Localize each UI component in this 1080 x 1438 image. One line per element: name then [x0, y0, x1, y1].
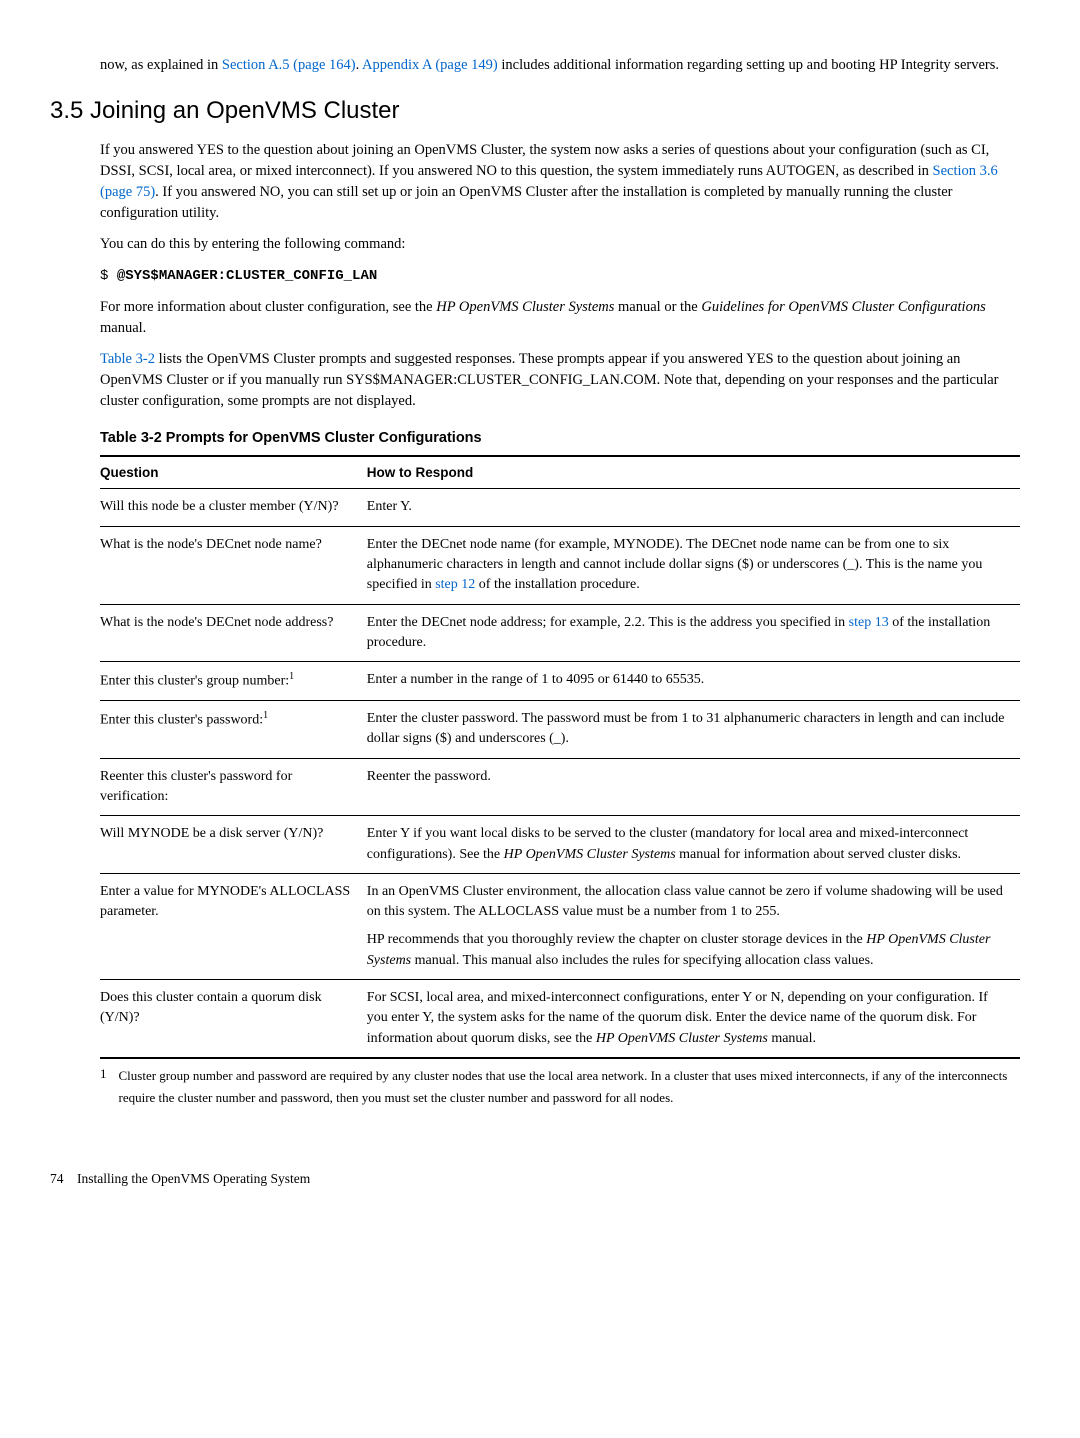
question-cell: Enter this cluster's password:1: [100, 701, 367, 759]
question-cell: Reenter this cluster's password for veri…: [100, 758, 367, 816]
table-row: Enter this cluster's group number:1 Ente…: [100, 662, 1020, 701]
shell-prompt: $: [100, 268, 117, 284]
response-cell: Reenter the password.: [367, 758, 1020, 816]
table-row: What is the node's DECnet node address? …: [100, 604, 1020, 662]
text: Enter the DECnet node address; for examp…: [367, 615, 849, 630]
text: For more information about cluster confi…: [100, 299, 436, 315]
table-row: What is the node's DECnet node name? Ent…: [100, 526, 1020, 604]
link-section-a5[interactable]: Section A.5 (page 164): [222, 57, 356, 73]
footnote-text: Cluster group number and password are re…: [119, 1065, 1021, 1109]
text: . If you answered NO, you can still set …: [100, 184, 953, 221]
intro-continuation: now, as explained in Section A.5 (page 1…: [100, 55, 1020, 76]
question-cell: Does this cluster contain a quorum disk …: [100, 980, 367, 1058]
table-row: Does this cluster contain a quorum disk …: [100, 980, 1020, 1058]
footnote-ref: 1: [289, 671, 294, 682]
command-text: @SYS$MANAGER:CLUSTER_CONFIG_LAN: [117, 268, 377, 284]
footnote: 1 Cluster group number and password are …: [100, 1058, 1020, 1109]
question-cell: What is the node's DECnet node name?: [100, 526, 367, 604]
footer-title: Installing the OpenVMS Operating System: [77, 1171, 310, 1186]
table-row: Will MYNODE be a disk server (Y/N)? Ente…: [100, 816, 1020, 874]
question-cell: Will MYNODE be a disk server (Y/N)?: [100, 816, 367, 874]
col-header-question: Question: [100, 456, 367, 489]
response-cell: Enter Y if you want local disks to be se…: [367, 816, 1020, 874]
text: lists the OpenVMS Cluster prompts and su…: [100, 351, 999, 409]
page-number: 74: [50, 1171, 64, 1186]
text: manual or the: [614, 299, 701, 315]
question-cell: Enter this cluster's group number:1: [100, 662, 367, 701]
text: HP recommends that you thoroughly review…: [367, 932, 866, 947]
text: In an OpenVMS Cluster environment, the a…: [367, 882, 1010, 923]
response-cell: Enter the cluster password. The password…: [367, 701, 1020, 759]
response-cell: Enter the DECnet node address; for examp…: [367, 604, 1020, 662]
text: Enter this cluster's group number:: [100, 674, 289, 689]
link-table-3-2[interactable]: Table 3-2: [100, 351, 155, 367]
text: now, as explained in: [100, 57, 222, 73]
link-appendix-a[interactable]: Appendix A (page 149): [362, 57, 498, 73]
text: HP recommends that you thoroughly review…: [367, 930, 1010, 971]
question-cell: Will this node be a cluster member (Y/N)…: [100, 489, 367, 526]
text: Enter this cluster's password:: [100, 713, 263, 728]
section-heading: 3.5 Joining an OpenVMS Cluster: [50, 94, 1020, 129]
manual-title: HP OpenVMS Cluster Systems: [436, 299, 614, 315]
table-row: Enter a value for MYNODE's ALLOCLASS par…: [100, 873, 1020, 979]
text: manual.: [768, 1031, 816, 1046]
col-header-respond: How to Respond: [367, 456, 1020, 489]
response-cell: Enter the DECnet node name (for example,…: [367, 526, 1020, 604]
response-cell: Enter a number in the range of 1 to 4095…: [367, 662, 1020, 701]
text: manual.: [100, 320, 146, 336]
text: If you answered YES to the question abou…: [100, 142, 989, 179]
link-step-12[interactable]: step 12: [435, 577, 475, 592]
text: includes additional information regardin…: [498, 57, 999, 73]
command-line: $ @SYS$MANAGER:CLUSTER_CONFIG_LAN: [100, 265, 1020, 286]
text: manual for information about served clus…: [676, 847, 961, 862]
manual-title: HP OpenVMS Cluster Systems: [504, 847, 676, 862]
section-p4: Table 3-2 lists the OpenVMS Cluster prom…: [100, 349, 1020, 412]
manual-title: HP OpenVMS Cluster Systems: [596, 1031, 768, 1046]
cluster-prompts-table: Question How to Respond Will this node b…: [100, 455, 1020, 1058]
table-row: Reenter this cluster's password for veri…: [100, 758, 1020, 816]
page-footer: 74 Installing the OpenVMS Operating Syst…: [50, 1169, 1020, 1189]
table-row: Enter this cluster's password:1 Enter th…: [100, 701, 1020, 759]
section-p2: You can do this by entering the followin…: [100, 234, 1020, 255]
response-cell: For SCSI, local area, and mixed-intercon…: [367, 980, 1020, 1058]
text: of the installation procedure.: [475, 577, 639, 592]
text: manual. This manual also includes the ru…: [411, 953, 873, 968]
response-cell: In an OpenVMS Cluster environment, the a…: [367, 873, 1020, 979]
footnote-number: 1: [100, 1065, 107, 1109]
table-row: Will this node be a cluster member (Y/N)…: [100, 489, 1020, 526]
question-cell: Enter a value for MYNODE's ALLOCLASS par…: [100, 873, 367, 979]
footnote-ref: 1: [263, 710, 268, 721]
section-p1: If you answered YES to the question abou…: [100, 140, 1020, 224]
table-caption: Table 3-2 Prompts for OpenVMS Cluster Co…: [100, 428, 1020, 449]
question-cell: What is the node's DECnet node address?: [100, 604, 367, 662]
section-p3: For more information about cluster confi…: [100, 297, 1020, 339]
manual-title: Guidelines for OpenVMS Cluster Configura…: [701, 299, 985, 315]
response-cell: Enter Y.: [367, 489, 1020, 526]
link-step-13[interactable]: step 13: [849, 615, 889, 630]
